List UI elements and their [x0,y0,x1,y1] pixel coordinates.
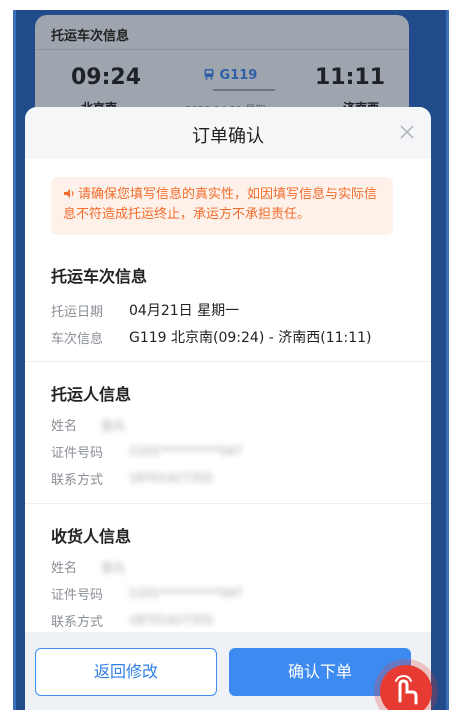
background-route-line [213,89,275,91]
floating-assistant-button[interactable] [380,665,432,710]
hand-pointer-icon [395,674,418,705]
background-train-number-text: G119 [219,68,258,83]
modal-header: 订单确认 [25,107,431,159]
train-date-label: 托运日期 [51,305,104,320]
train-icon [204,69,214,80]
warning-notice: 请确保您填写信息的真实性，如因填写信息与实际信息不符造成托运终止，承运方不承担责… [51,177,393,235]
back-edit-button[interactable]: 返回修改 [35,648,217,696]
train-info-title: 托运车次信息 [51,267,148,286]
frame-edge-right [446,10,449,710]
receiver-info-section: 收货人信息 姓名 宫凡 证件号码 1101**********547 联系方式 … [25,517,431,637]
background-departure-time: 09:24 [71,65,142,90]
phone-frame: 托运车次信息 09:24 G119 11:11 北京南 2025.04.21 星… [13,10,449,710]
sender-info-title: 托运人信息 [51,385,132,404]
receiver-phone-label: 联系方式 [51,615,104,630]
warning-text: 请确保您填写信息的真实性，如因填写信息与实际信息不符造成托运终止，承运方不承担责… [63,187,378,222]
train-date-value: 04月21日 星期一 [129,303,240,319]
background-card-divider [35,49,409,50]
sender-name-value: 宫凡 [101,419,126,433]
order-confirm-modal: 订单确认 请确保您填写信息的真实性，如因填写信息与实际信息不符造成托运终止，承运… [25,107,431,710]
train-number-label: 车次信息 [51,332,104,347]
frame-edge-left [13,10,16,710]
speaker-icon [64,189,74,198]
receiver-id-label: 证件号码 [51,588,104,603]
train-info-section: 托运车次信息 托运日期 04月21日 星期一 车次信息 G119 北京南(09:… [25,257,431,357]
receiver-id-value: 1101**********547 [129,586,243,600]
sender-phone-label: 联系方式 [51,473,104,488]
sender-id-value: 1101**********547 [129,444,243,458]
sender-phone-value: 18701427355 [129,471,213,485]
sender-name-label: 姓名 [51,419,78,434]
train-number-value: G119 北京南(09:24) - 济南西(11:11) [129,330,372,346]
modal-footer: 返回修改 确认下单 [25,632,431,710]
receiver-name-value: 宫凡 [101,561,126,575]
section-divider [25,503,431,504]
receiver-info-title: 收货人信息 [51,527,132,546]
sender-info-section: 托运人信息 姓名 宫凡 证件号码 1101**********547 联系方式 … [25,375,431,495]
receiver-phone-value: 18701427355 [129,613,213,627]
background-card-title: 托运车次信息 [51,29,130,44]
close-icon[interactable] [397,122,417,142]
sender-id-label: 证件号码 [51,446,104,461]
background-train-number: G119 [203,68,257,83]
section-divider [25,361,431,362]
background-arrival-time: 11:11 [314,65,385,90]
receiver-name-label: 姓名 [51,561,78,576]
modal-title: 订单确认 [192,126,264,147]
